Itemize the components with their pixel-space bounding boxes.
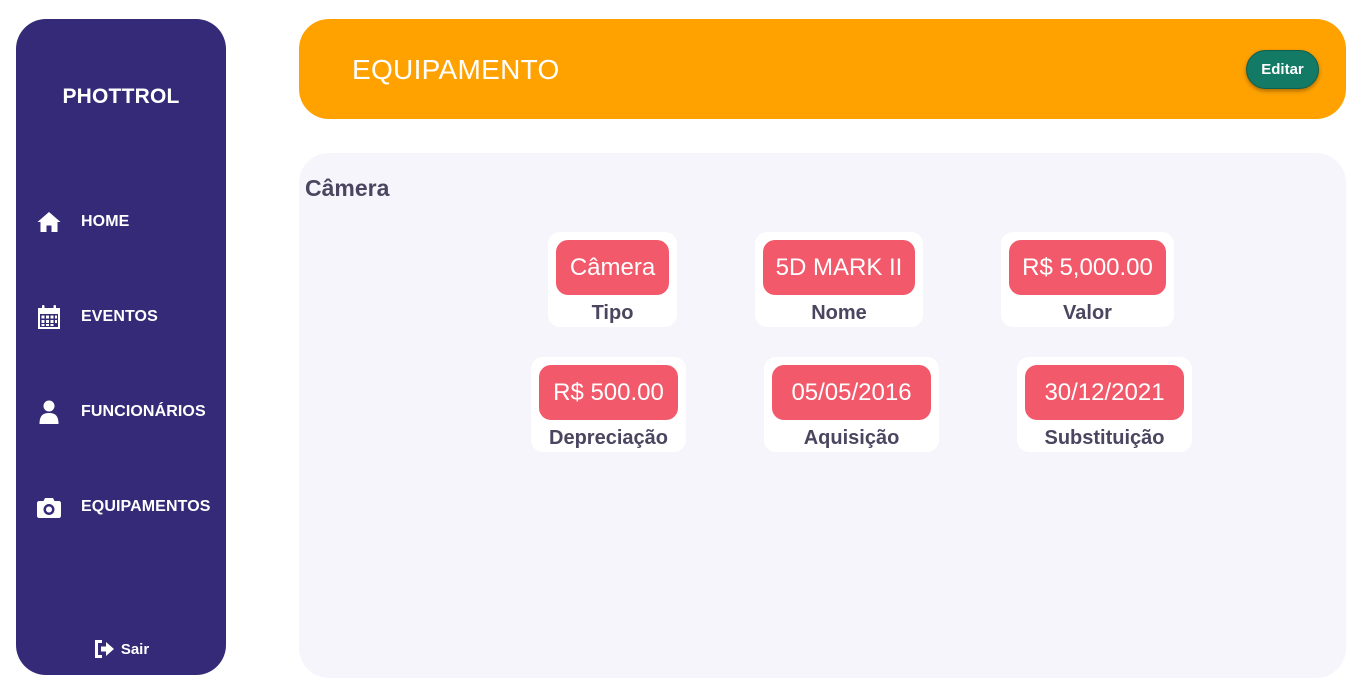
sidebar-item-label: HOME — [81, 213, 130, 230]
field-label: Substituição — [1044, 427, 1165, 449]
user-icon — [36, 399, 62, 425]
field-value: 05/05/2016 — [772, 365, 931, 420]
camera-icon — [36, 494, 62, 520]
field-value: Câmera — [556, 240, 669, 295]
page-header: EQUIPAMENTO Editar — [299, 19, 1346, 119]
sidebar: PHOTTROL HOME EVENTOS FUNCIONÁRIOS EQUIP… — [16, 19, 226, 675]
field-card-tipo: Câmera Tipo — [548, 232, 677, 327]
field-label: Depreciação — [549, 427, 668, 449]
field-card-nome: 5D MARK II Nome — [755, 232, 923, 327]
field-value: 30/12/2021 — [1025, 365, 1184, 420]
field-card-depreciacao: R$ 500.00 Depreciação — [531, 357, 686, 452]
field-label: Tipo — [591, 302, 634, 324]
sign-out-icon — [94, 640, 114, 658]
page-title: EQUIPAMENTO — [352, 54, 560, 85]
home-icon — [36, 209, 62, 235]
field-card-substituicao: 30/12/2021 Substituição — [1017, 357, 1192, 452]
field-card-aquisicao: 05/05/2016 Aquisição — [764, 357, 939, 452]
field-value: R$ 5,000.00 — [1009, 240, 1166, 295]
calendar-icon — [36, 304, 62, 330]
sidebar-item-label: FUNCIONÁRIOS — [81, 403, 206, 420]
field-value: 5D MARK II — [763, 240, 915, 295]
equipment-title: Câmera — [305, 175, 390, 201]
equipment-details-panel: Câmera Câmera Tipo 5D MARK II Nome R$ 5,… — [299, 153, 1346, 678]
brand-logo: PHOTTROL — [62, 85, 180, 108]
field-value: R$ 500.00 — [539, 365, 678, 420]
logout-label: Sair — [120, 640, 150, 658]
sidebar-item-home[interactable]: HOME — [36, 207, 216, 237]
sidebar-item-funcionarios[interactable]: FUNCIONÁRIOS — [36, 397, 216, 427]
sidebar-item-label: EVENTOS — [81, 308, 158, 325]
logout-button[interactable]: Sair — [16, 639, 226, 659]
sidebar-item-eventos[interactable]: EVENTOS — [36, 302, 216, 332]
field-label: Aquisição — [803, 427, 900, 449]
field-label: Valor — [1063, 302, 1112, 324]
edit-button[interactable]: Editar — [1246, 50, 1319, 89]
sidebar-item-label: EQUIPAMENTOS — [81, 498, 211, 515]
field-label: Nome — [811, 302, 867, 324]
field-card-valor: R$ 5,000.00 Valor — [1001, 232, 1174, 327]
sidebar-item-equipamentos[interactable]: EQUIPAMENTOS — [36, 492, 216, 522]
